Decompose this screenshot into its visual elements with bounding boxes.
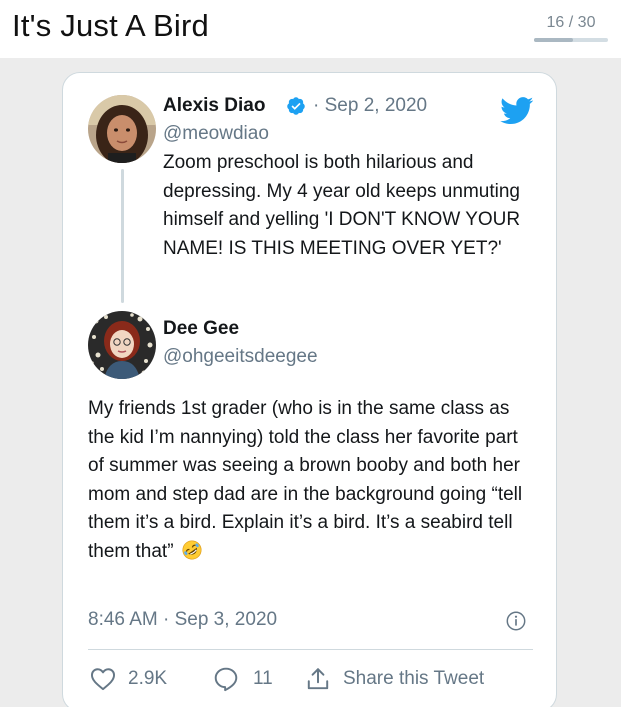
- tweet-card[interactable]: Alexis Diao · Sep 2, 2020 @meowdiao Zoom…: [62, 72, 557, 707]
- heart-icon: [90, 668, 116, 691]
- speech-bubble-icon: [214, 667, 238, 692]
- divider: [88, 649, 533, 650]
- progress-bar-fill: [534, 38, 574, 42]
- like-count: 2.9K: [128, 668, 168, 689]
- twitter-bird-icon[interactable]: [500, 97, 534, 125]
- avatar[interactable]: [88, 95, 156, 163]
- progress-bar: [534, 38, 608, 42]
- thread-connector-line: [121, 169, 124, 303]
- reply-author-handle[interactable]: @ohgeeitsdeegee: [163, 346, 318, 368]
- quoted-author-handle[interactable]: @meowdiao: [163, 123, 269, 145]
- quoted-author-name[interactable]: Alexis Diao: [163, 95, 265, 117]
- rolling-on-floor-laughing-icon: [182, 539, 202, 560]
- share-button[interactable]: Share this Tweet: [305, 666, 484, 692]
- reply-author-name[interactable]: Dee Gee: [163, 318, 239, 340]
- page-title: It's Just A Bird: [12, 8, 209, 43]
- share-tweet-label: Share this Tweet: [343, 668, 485, 689]
- like-button[interactable]: 2.9K: [90, 666, 167, 692]
- reply-tweet-text: My friends 1st grader (who is in the sam…: [88, 395, 538, 566]
- quoted-tweet-date[interactable]: · Sep 2, 2020: [313, 95, 427, 117]
- page-counter: 16 / 30: [546, 14, 596, 31]
- tweet-timestamp[interactable]: 8:46 AM · Sep 3, 2020: [88, 609, 277, 631]
- reply-button[interactable]: 11: [213, 666, 273, 692]
- avatar[interactable]: [88, 311, 156, 379]
- reply-tweet-body: My friends 1st grader (who is in the sam…: [88, 398, 523, 562]
- header-bar: It's Just A Bird 16 / 30: [0, 0, 621, 58]
- share-upload-icon: [307, 668, 329, 690]
- reply-count: 11: [253, 668, 273, 689]
- info-icon[interactable]: [505, 610, 527, 632]
- verified-badge-icon: [287, 97, 305, 115]
- quoted-tweet-text: Zoom preschool is both hilarious and dep…: [163, 152, 521, 259]
